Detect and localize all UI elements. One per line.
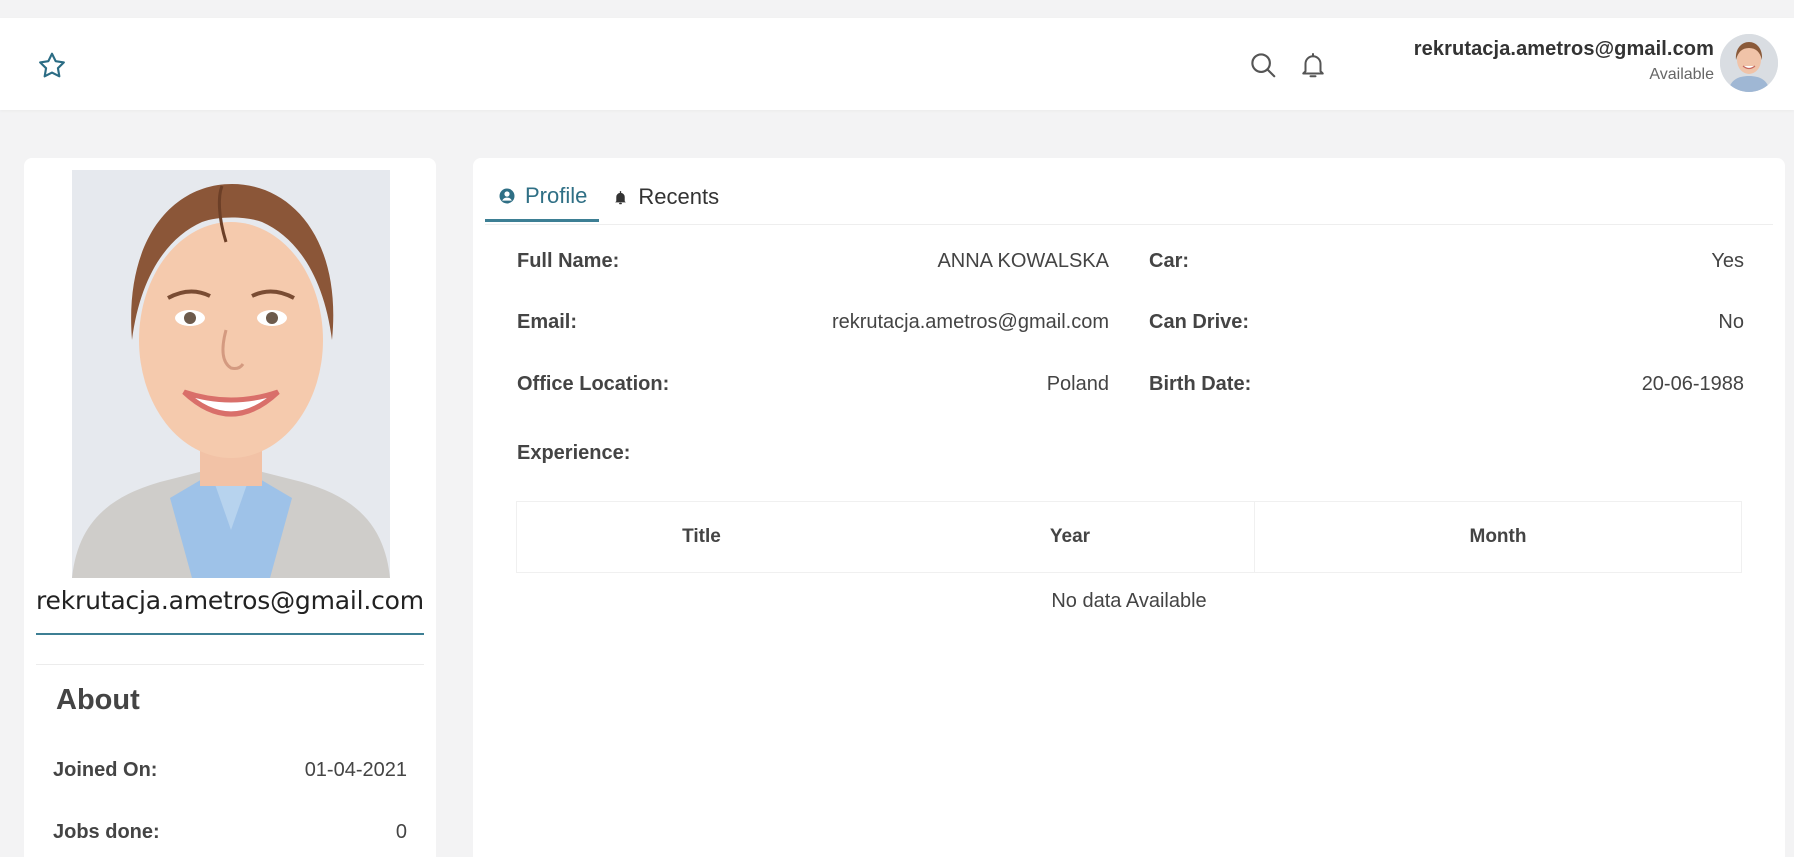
profile-photo (72, 170, 390, 578)
field-value: 20-06-1988 (1641, 373, 1744, 395)
field-car: Car: Yes (1149, 250, 1744, 273)
field-label: Office Location: (517, 373, 670, 395)
field-label: Email: (517, 311, 578, 333)
about-label: Jobs done: (53, 821, 160, 843)
user-menu[interactable]: rekrutacja.ametros@gmail.com Available (1414, 38, 1714, 84)
top-bar: rekrutacja.ametros@gmail.com Available (0, 18, 1794, 110)
bell-icon[interactable] (1298, 50, 1328, 80)
field-birth-date: Birth Date: 20-06-1988 (1149, 373, 1744, 396)
about-row-jobs: Jobs done: 0 (53, 821, 407, 844)
tab-recents[interactable]: Recents (599, 176, 731, 222)
field-label: Birth Date: (1149, 373, 1252, 395)
user-circle-icon (499, 188, 515, 204)
field-value: Poland (1046, 373, 1109, 395)
tab-bar: Profile Recents (485, 176, 731, 222)
field-label: Full Name: (517, 250, 620, 272)
field-value: No (1718, 311, 1744, 333)
bell-icon (613, 190, 628, 205)
field-value: Yes (1711, 250, 1744, 272)
experience-table-header: Title Year Month (516, 501, 1742, 573)
field-email: Email: rekrutacja.ametros@gmail.com (517, 311, 1109, 334)
field-value: rekrutacja.ametros@gmail.com (831, 311, 1109, 333)
field-value: ANNA KOWALSKA (937, 250, 1109, 272)
about-divider (36, 664, 424, 665)
experience-label: Experience: (517, 442, 631, 464)
column-header-title[interactable]: Title (517, 502, 886, 572)
field-label: Can Drive: (1149, 311, 1250, 333)
about-value: 01-04-2021 (304, 759, 407, 781)
field-can-drive: Can Drive: No (1149, 311, 1744, 334)
search-icon[interactable] (1248, 50, 1278, 80)
profile-email: rekrutacja.ametros@gmail.com (36, 586, 424, 615)
about-row-joined: Joined On: 01-04-2021 (53, 759, 407, 782)
column-header-month[interactable]: Month (1254, 502, 1741, 572)
email-underline (36, 633, 424, 635)
about-label: Joined On: (53, 759, 158, 781)
tab-profile[interactable]: Profile (485, 176, 600, 222)
about-value: 0 (395, 821, 407, 843)
about-title: About (56, 684, 140, 716)
user-status: Available (1649, 66, 1714, 83)
tabs-divider (485, 224, 1773, 225)
profile-summary-card: rekrutacja.ametros@gmail.com About Joine… (24, 158, 436, 857)
profile-details-card: Profile Recents Full Name: ANNA KOWALSKA… (473, 158, 1785, 857)
empty-table-message: No data Available (1051, 590, 1207, 612)
tab-label: Recents (638, 184, 720, 209)
tab-label: Profile (525, 182, 588, 208)
field-office-location: Office Location: Poland (517, 373, 1109, 396)
field-full-name: Full Name: ANNA KOWALSKA (517, 250, 1109, 273)
user-email: rekrutacja.ametros@gmail.com (1413, 38, 1714, 60)
star-outline-icon[interactable] (36, 50, 68, 82)
column-header-year[interactable]: Year (886, 502, 1254, 572)
avatar[interactable] (1720, 34, 1778, 92)
field-label: Car: (1149, 250, 1190, 272)
